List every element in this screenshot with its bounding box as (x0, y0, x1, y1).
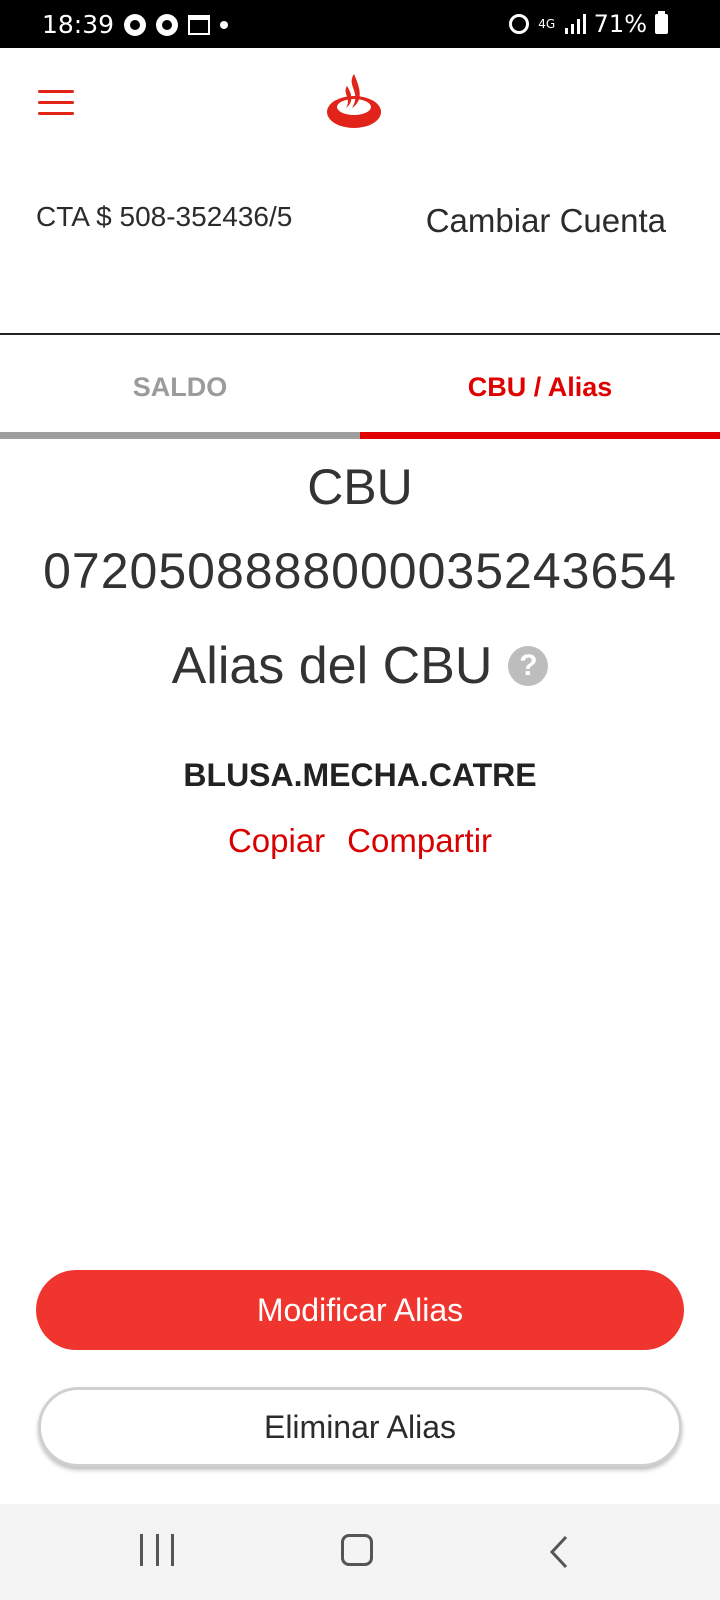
alias-title-row: Alias del CBU ? (0, 636, 720, 696)
cbu-number: 0720508888000035243654 (43, 543, 677, 599)
calendar-icon (188, 14, 211, 35)
system-navigation-bar (0, 1504, 720, 1600)
copy-link[interactable]: Copiar (228, 822, 325, 860)
chrome-icon (156, 13, 179, 36)
tab-bar: SALDO CBU / Alias (0, 335, 720, 439)
alias-value: BLUSA.MECHA.CATRE (183, 757, 537, 793)
share-link[interactable]: Compartir (347, 822, 492, 860)
help-icon[interactable]: ? (508, 646, 549, 686)
cbu-title: CBU (307, 459, 413, 515)
location-app-icon (124, 13, 147, 36)
tab-saldo[interactable]: SALDO (0, 335, 360, 439)
back-icon[interactable] (548, 1534, 570, 1570)
tab-cbu-alias[interactable]: CBU / Alias (360, 335, 720, 439)
tab-saldo-label: SALDO (132, 371, 228, 402)
alias-title: Alias del CBU (171, 637, 493, 695)
santander-flame-logo (327, 74, 381, 128)
alias-actions: Copiar Compartir (0, 822, 720, 860)
home-icon[interactable] (341, 1534, 373, 1566)
status-left: 18:39 (42, 10, 229, 39)
tab-cbu-alias-underline (360, 432, 720, 439)
tab-saldo-underline (0, 432, 360, 439)
signal-icon (564, 14, 586, 34)
recents-icon[interactable] (140, 1534, 174, 1570)
delete-alias-button[interactable]: Eliminar Alias (38, 1387, 682, 1467)
4g-icon: 4G (538, 16, 556, 31)
status-right: 4G 71% (508, 10, 668, 38)
hamburger-menu-icon[interactable] (38, 90, 74, 116)
change-account-link[interactable]: Cambiar Cuenta (426, 202, 666, 240)
alarm-icon (508, 14, 529, 34)
modify-alias-button[interactable]: Modificar Alias (36, 1270, 684, 1350)
battery-icon (655, 11, 668, 34)
tab-cbu-alias-label: CBU / Alias (467, 371, 613, 402)
account-label: CTA $ 508-352436/5 (36, 201, 293, 232)
status-time: 18:39 (42, 10, 115, 39)
dot-icon (220, 20, 229, 29)
status-bar: 18:39 4G 71% (0, 0, 720, 48)
battery-percent: 71% (593, 10, 647, 38)
